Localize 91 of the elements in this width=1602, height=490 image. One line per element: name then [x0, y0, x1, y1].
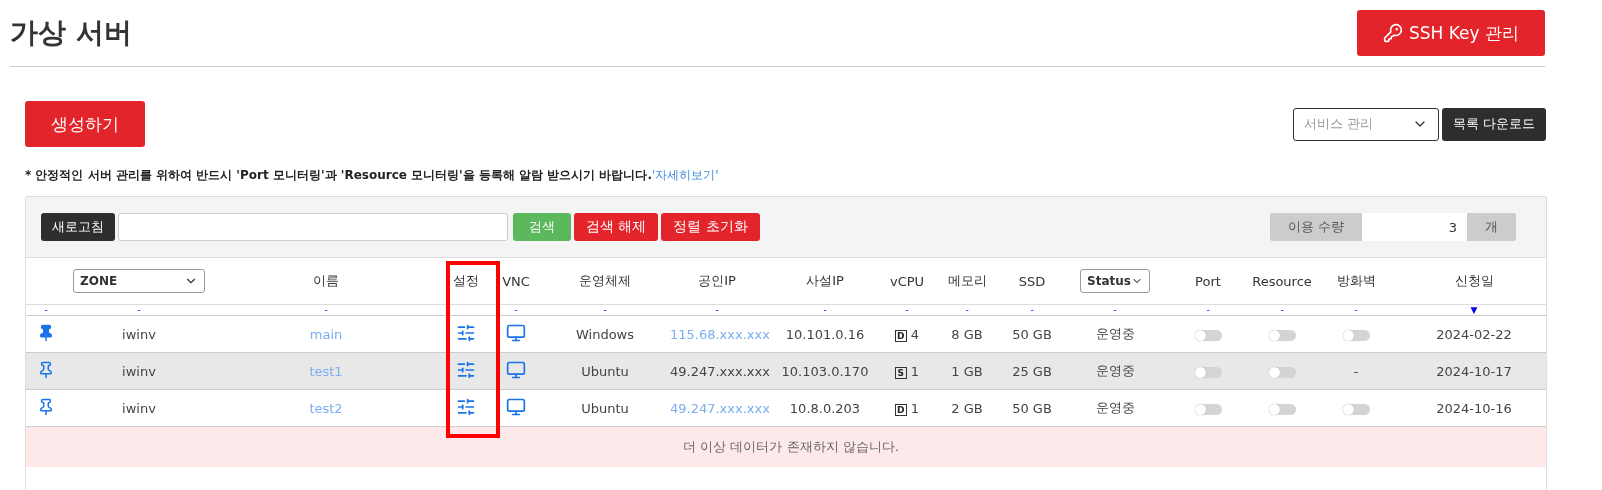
reset-sort-button[interactable]: 정렬 초기화 [661, 213, 760, 241]
table-row[interactable]: iwinv test2 Ubuntu 49.247.xxx.xxx 10.8.0.203 D 1 2 GB 50 GB 운영중 2024-10-16 [26, 389, 1546, 427]
table-cell: 1 [910, 400, 920, 416]
column-header: 메모리 [947, 273, 987, 288]
table-cell: 50 GB [1012, 326, 1052, 342]
refresh-button[interactable]: 새로고침 [41, 213, 115, 241]
sort-marker[interactable]: - [44, 305, 48, 315]
table-cell: 운영중 [1095, 400, 1135, 415]
page-title: 가상 서버 [10, 15, 132, 51]
table-cell: 10.103.0.170 [781, 363, 869, 379]
table-cell: 8 GB [951, 326, 983, 342]
toggle-switch[interactable] [1342, 329, 1370, 341]
details-link[interactable]: '자세히보기' [652, 168, 719, 182]
sort-marker[interactable]: ▼ [1470, 305, 1478, 315]
column-header: 신청일 [1454, 273, 1494, 288]
monitor-icon[interactable] [506, 359, 526, 380]
column-header: vCPU [889, 273, 925, 289]
column-header: 이름 [313, 273, 339, 288]
table-cell: iwinv [122, 326, 156, 342]
column-filter-select[interactable]: Status [1080, 269, 1150, 293]
toggle-switch[interactable] [1342, 403, 1370, 415]
table-cell: 50 GB [1012, 400, 1052, 416]
table-cell: 운영중 [1095, 326, 1135, 341]
table-cell: iwinv [122, 363, 156, 379]
toggle-switch[interactable] [1268, 366, 1296, 378]
create-button[interactable]: 생성하기 [25, 101, 145, 147]
sort-marker[interactable]: - [603, 305, 607, 315]
cpu-type-badge: S [894, 366, 907, 379]
toggle-switch[interactable] [1194, 403, 1222, 415]
column-header: 방화벽 [1336, 273, 1376, 288]
key-icon [1383, 23, 1403, 43]
table-cell: 49.247.xxx.xxx [670, 363, 770, 379]
cpu-type-badge: D [894, 403, 907, 416]
column-header: 사설IP [806, 273, 844, 288]
column-header: VNC [502, 273, 530, 289]
empty-message: 더 이상 데이터가 존재하지 않습니다. [683, 439, 899, 454]
monitor-icon[interactable] [506, 396, 526, 417]
sort-marker[interactable]: - [324, 305, 328, 315]
table-cell: 10.8.0.203 [789, 400, 861, 416]
table-cell: 1 [910, 363, 920, 379]
toggle-switch[interactable] [1268, 329, 1296, 341]
sort-marker[interactable]: - [1030, 305, 1034, 315]
download-button[interactable]: 목록 다운로드 [1441, 107, 1546, 141]
table-cell: 4 [910, 326, 920, 342]
cpu-type-badge: D [894, 329, 907, 342]
settings-icon[interactable] [456, 322, 476, 343]
pin-icon[interactable] [37, 397, 55, 416]
toggle-switch[interactable] [1268, 403, 1296, 415]
table-cell: 10.101.0.16 [785, 326, 865, 342]
table-cell: Windows [576, 326, 634, 342]
column-header: 공인IP [698, 273, 736, 288]
table-cell: 2024-10-17 [1436, 363, 1512, 379]
column-header: Resource [1252, 273, 1312, 289]
toggle-switch[interactable] [1194, 329, 1222, 341]
table-cell: Ubuntu [581, 363, 629, 379]
sort-marker[interactable]: - [823, 305, 827, 315]
column-filter-select[interactable]: ZONE [73, 269, 205, 293]
pin-icon[interactable] [37, 360, 55, 379]
table-cell: Ubuntu [581, 400, 629, 416]
sort-marker[interactable]: - [715, 305, 719, 315]
clear-search-button[interactable]: 검색 해제 [574, 213, 659, 241]
sort-marker[interactable]: - [1113, 305, 1117, 315]
sort-marker[interactable]: - [965, 305, 969, 315]
column-header: 운영체제 [579, 273, 631, 288]
table-cell: 2024-02-22 [1436, 326, 1512, 342]
monitor-icon[interactable] [506, 322, 526, 343]
table-cell: 2 GB [951, 400, 983, 416]
sort-marker[interactable]: - [1206, 305, 1210, 315]
notice-text: * 안정적인 서버 관리를 위하여 반드시 'Port 모니터링'과 'Resource 모니터링'을 등록해 알람 받으시기 바랍니다.'자세히보기' [25, 167, 720, 184]
pin-icon[interactable] [37, 323, 55, 342]
settings-icon[interactable] [456, 359, 476, 380]
sort-marker[interactable]: - [514, 305, 518, 315]
sort-marker[interactable]: - [137, 305, 141, 315]
usage-field[interactable]: 3 [1362, 213, 1467, 241]
ssh-key-button[interactable]: SSH Key 관리 [1357, 10, 1545, 56]
table-cell: 운영중 [1095, 363, 1135, 378]
column-header: Port [1195, 273, 1221, 289]
toggle-switch[interactable] [1194, 366, 1222, 378]
sort-marker[interactable]: - [905, 305, 909, 315]
table-cell: 25 GB [1012, 363, 1052, 379]
column-header: SSD [1018, 273, 1046, 289]
column-header: 설정 [453, 273, 479, 288]
table-cell: 2024-10-16 [1436, 400, 1512, 416]
table-row[interactable]: iwinv main Windows 115.68.xxx.xxx 10.101.0.16 D 4 8 GB 50 GB 운영중 2024-02-22 [26, 315, 1546, 353]
sort-marker[interactable]: - [1354, 305, 1358, 315]
settings-icon[interactable] [456, 396, 476, 417]
table-cell: 1 GB [951, 363, 983, 379]
table-cell: iwinv [122, 400, 156, 416]
sort-marker[interactable]: - [1280, 305, 1284, 315]
search-field[interactable] [118, 213, 508, 241]
table-cell: - [1353, 363, 1359, 379]
